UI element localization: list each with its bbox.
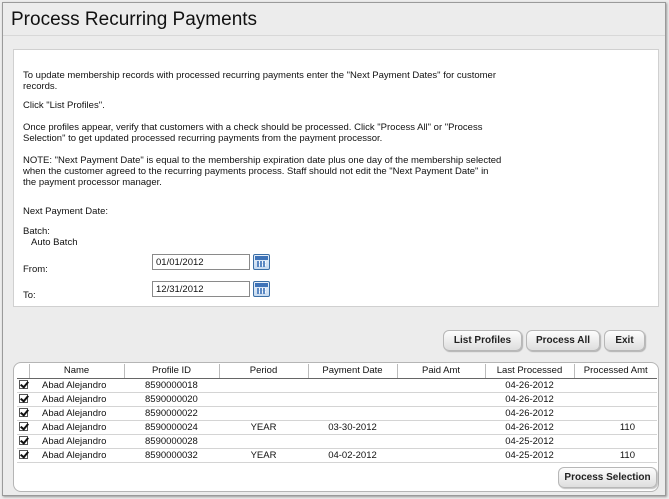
column-header-payment-date[interactable]: Payment Date xyxy=(308,364,398,379)
row-checkbox[interactable] xyxy=(17,406,29,421)
list-profiles-button[interactable]: List Profiles xyxy=(443,330,522,351)
app-window: Process Recurring Payments To update mem… xyxy=(2,2,666,496)
cell-payment-date: 04-02-2012 xyxy=(308,448,397,463)
profiles-table: Name Profile ID Period Payment Date Paid… xyxy=(17,364,657,463)
column-header-period[interactable]: Period xyxy=(219,364,309,379)
cell-profile-id: 8590000022 xyxy=(124,406,219,421)
cell-profile-id: 8590000018 xyxy=(124,378,219,393)
table-row[interactable]: Abad Alejandro 8590000020 04-26-2012 xyxy=(17,392,657,407)
row-checkbox[interactable] xyxy=(17,392,29,407)
column-header-select xyxy=(17,364,30,379)
to-label: To: xyxy=(23,290,36,301)
cell-processed-amt: 110 xyxy=(574,448,657,463)
checkbox-checked-icon[interactable] xyxy=(19,380,28,390)
row-checkbox[interactable] xyxy=(17,378,29,393)
batch-label: Batch: xyxy=(23,226,50,237)
process-all-button[interactable]: Process All xyxy=(526,330,600,351)
batch-value: Auto Batch xyxy=(31,237,78,248)
instruction-text-2: Click "List Profiles". xyxy=(23,100,105,111)
cell-last-processed: 04-26-2012 xyxy=(485,392,574,407)
table-row[interactable]: Abad Alejandro 8590000028 04-25-2012 xyxy=(17,434,657,449)
page-title: Process Recurring Payments xyxy=(11,9,258,30)
cell-paid-amt xyxy=(397,420,485,435)
cell-processed-amt xyxy=(574,378,657,393)
table-header-row: Name Profile ID Period Payment Date Paid… xyxy=(17,364,657,379)
checkbox-checked-icon[interactable] xyxy=(19,408,28,418)
checkbox-checked-icon[interactable] xyxy=(19,436,28,446)
instruction-note: NOTE: "Next Payment Date" is equal to th… xyxy=(23,155,502,188)
table-row[interactable]: Abad Alejandro 8590000024 YEAR 03-30-201… xyxy=(17,420,657,435)
cell-paid-amt xyxy=(397,434,485,449)
from-label: From: xyxy=(23,264,48,275)
cell-last-processed: 04-26-2012 xyxy=(485,406,574,421)
cell-paid-amt xyxy=(397,392,485,407)
cell-name: Abad Alejandro xyxy=(29,392,124,407)
cell-processed-amt xyxy=(574,392,657,407)
cell-period: YEAR xyxy=(219,420,308,435)
cell-period xyxy=(219,392,308,407)
row-checkbox[interactable] xyxy=(17,448,29,463)
cell-profile-id: 8590000024 xyxy=(124,420,219,435)
cell-period: YEAR xyxy=(219,448,308,463)
column-header-last-processed[interactable]: Last Processed xyxy=(485,364,575,379)
cell-period xyxy=(219,378,308,393)
column-header-name[interactable]: Name xyxy=(29,364,125,379)
checkbox-checked-icon[interactable] xyxy=(19,450,28,460)
cell-paid-amt xyxy=(397,378,485,393)
row-checkbox[interactable] xyxy=(17,420,29,435)
cell-profile-id: 8590000028 xyxy=(124,434,219,449)
checkbox-checked-icon[interactable] xyxy=(19,394,28,404)
cell-paid-amt xyxy=(397,406,485,421)
cell-processed-amt xyxy=(574,434,657,449)
cell-last-processed: 04-25-2012 xyxy=(485,448,574,463)
cell-payment-date: 03-30-2012 xyxy=(308,420,397,435)
title-divider xyxy=(3,35,665,36)
cell-profile-id: 8590000032 xyxy=(124,448,219,463)
cell-name: Abad Alejandro xyxy=(29,448,124,463)
process-selection-button[interactable]: Process Selection xyxy=(558,467,657,488)
cell-profile-id: 8590000020 xyxy=(124,392,219,407)
criteria-panel: To update membership records with proces… xyxy=(13,49,659,307)
cell-name: Abad Alejandro xyxy=(29,378,124,393)
cell-name: Abad Alejandro xyxy=(29,420,124,435)
cell-last-processed: 04-26-2012 xyxy=(485,420,574,435)
cell-last-processed: 04-26-2012 xyxy=(485,378,574,393)
table-row[interactable]: Abad Alejandro 8590000032 YEAR 04-02-201… xyxy=(17,448,657,463)
column-header-processed-amt[interactable]: Processed Amt xyxy=(574,364,657,379)
cell-payment-date xyxy=(308,406,397,421)
cell-last-processed: 04-25-2012 xyxy=(485,434,574,449)
cell-period xyxy=(219,434,308,449)
cell-period xyxy=(219,406,308,421)
table-row[interactable]: Abad Alejandro 8590000018 04-26-2012 xyxy=(17,378,657,393)
cell-payment-date xyxy=(308,434,397,449)
next-payment-date-label: Next Payment Date: xyxy=(23,206,109,217)
cell-payment-date xyxy=(308,392,397,407)
instruction-text-1: To update membership records with proces… xyxy=(23,70,496,92)
from-date-input[interactable] xyxy=(152,254,250,270)
cell-name: Abad Alejandro xyxy=(29,406,124,421)
cell-name: Abad Alejandro xyxy=(29,434,124,449)
cell-processed-amt: 110 xyxy=(574,420,657,435)
table-row[interactable]: Abad Alejandro 8590000022 04-26-2012 xyxy=(17,406,657,421)
cell-payment-date xyxy=(308,378,397,393)
cell-paid-amt xyxy=(397,448,485,463)
calendar-icon[interactable] xyxy=(253,254,270,270)
calendar-icon[interactable] xyxy=(253,281,270,297)
cell-processed-amt xyxy=(574,406,657,421)
to-date-input[interactable] xyxy=(152,281,250,297)
row-checkbox[interactable] xyxy=(17,434,29,449)
column-header-profile-id[interactable]: Profile ID xyxy=(124,364,220,379)
exit-button[interactable]: Exit xyxy=(604,330,645,351)
instruction-text-3: Once profiles appear, verify that custom… xyxy=(23,122,483,144)
checkbox-checked-icon[interactable] xyxy=(19,422,28,432)
column-header-paid-amt[interactable]: Paid Amt xyxy=(397,364,486,379)
